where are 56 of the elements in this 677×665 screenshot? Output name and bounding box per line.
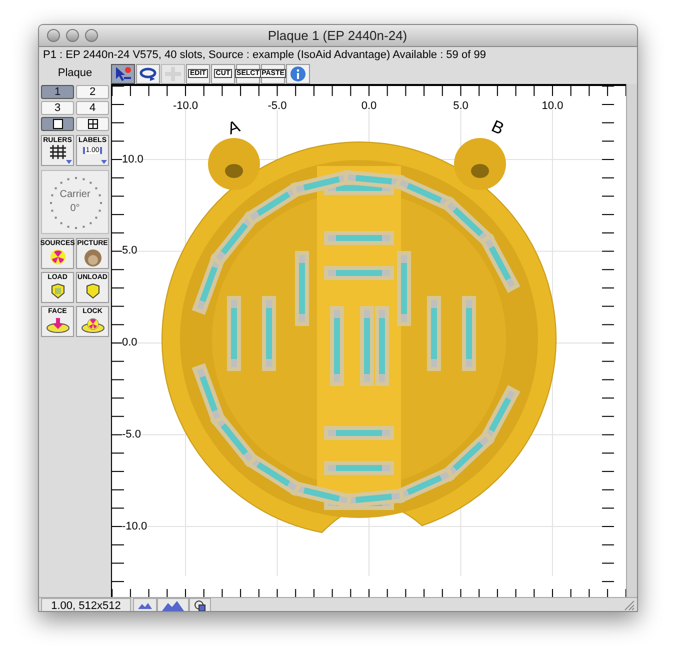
resize-grip-icon[interactable]: [624, 600, 635, 611]
dial-ticks-drawing: [48, 175, 104, 231]
x-axis-label: 5.0: [453, 101, 468, 112]
window-control-button[interactable]: [66, 29, 79, 42]
y-axis-label: 10.0: [122, 154, 144, 165]
window-control-button[interactable]: [85, 29, 98, 42]
y-axis-label: 0.0: [122, 338, 138, 348]
x-axis-label: 0.0: [361, 101, 377, 112]
x-axis-label: -10.0: [172, 101, 198, 112]
vertical-scrollbar[interactable]: [626, 84, 637, 597]
large-peaks-button[interactable]: [157, 598, 189, 611]
single-view-button[interactable]: [41, 117, 74, 131]
tray-arrow-icon: [46, 317, 70, 333]
peaks-icon: [138, 602, 152, 608]
window-title: Plaque 1 (EP 2440n-24): [266, 26, 408, 45]
slot-marker-letter: A: [225, 118, 242, 138]
radiation-icon: [50, 249, 66, 265]
dropdown-triangle-icon: [66, 160, 72, 164]
x-axis-label: 10.0: [542, 101, 564, 112]
rotate-icon: [139, 66, 157, 82]
y-axis-label: -10.0: [122, 521, 148, 532]
info-tool-button[interactable]: [286, 64, 310, 84]
small-peaks-button[interactable]: [133, 598, 157, 611]
tray-radiation-icon: [80, 317, 104, 333]
plaque-number-button[interactable]: 3: [41, 101, 74, 115]
quad-square-icon: [88, 119, 98, 129]
carrier-angle: 0°: [70, 204, 80, 214]
info-icon: [290, 66, 306, 82]
pointer-icon: [114, 66, 132, 82]
status-readout: 1.00, 512x512: [41, 598, 131, 611]
info-line: P1 : EP 2440n-24 V575, 40 slots, Source : example (IsoAid Advantage) Available : 59 of 99: [42, 48, 487, 63]
x-axis-label: -5.0: [268, 101, 287, 112]
square-icon: [52, 119, 62, 129]
move-icon: [164, 66, 182, 82]
shield-icon: [50, 283, 66, 299]
plaque-number-button[interactable]: 2: [76, 85, 109, 99]
pointer-tool-button[interactable]: [111, 64, 135, 84]
window-control-button[interactable]: [47, 29, 60, 42]
shield-icon: [84, 283, 100, 299]
grid-icon: [48, 144, 66, 160]
slot-marker-letter: B: [488, 117, 506, 138]
carrier-dial[interactable]: Carrier 0°: [41, 170, 109, 234]
grid-view-button[interactable]: [76, 117, 109, 131]
rotate-tool-button[interactable]: [136, 64, 160, 84]
copy-button[interactable]: [189, 598, 211, 611]
plaque-number-button[interactable]: 4: [76, 101, 109, 115]
copy-icon: [194, 600, 206, 611]
y-axis-label: -5.0: [122, 429, 141, 440]
plaque-number-button[interactable]: 1: [41, 85, 74, 99]
plaque-canvas[interactable]: -10.0 -5.0 0.0 5.0 10.0 10.0 5.0 0.0 -5.0 -10.0 A B: [111, 84, 626, 597]
blob-icon: [84, 249, 102, 267]
peaks-icon: [162, 600, 184, 610]
dropdown-triangle-icon: [101, 160, 107, 164]
y-axis-label: 5.0: [122, 246, 138, 257]
panel-label: Plaque: [56, 66, 94, 82]
carrier-label: Carrier: [60, 190, 90, 200]
